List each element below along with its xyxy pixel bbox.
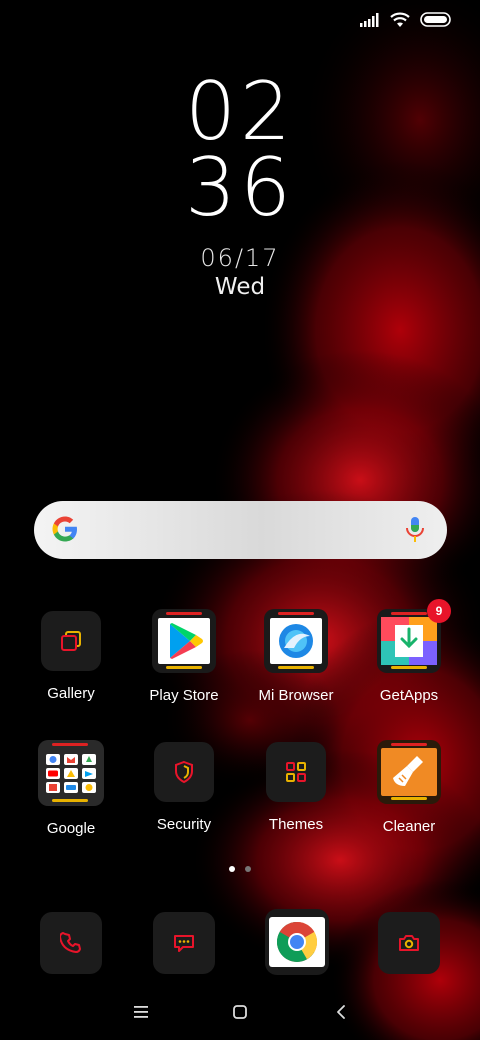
dock-messages[interactable] (153, 912, 215, 974)
getapps-icon: 9 (377, 599, 451, 673)
app-label: Security (156, 816, 212, 833)
notification-badge: 9 (427, 599, 451, 623)
app-themes[interactable]: Themes (236, 742, 356, 833)
menu-button[interactable] (129, 1000, 153, 1024)
mic-icon[interactable] (405, 516, 425, 544)
themes-icon (266, 742, 326, 802)
security-icon (154, 742, 214, 802)
app-label: Play Store (149, 687, 219, 704)
messages-icon (174, 935, 194, 952)
app-cleaner[interactable]: Cleaner (349, 740, 469, 835)
status-bar (0, 0, 480, 44)
navigation-bar (0, 996, 480, 1026)
app-label: GetApps (379, 687, 439, 704)
gallery-icon (41, 611, 101, 671)
signal-icon (360, 13, 379, 27)
app-label: Gallery (47, 685, 95, 702)
page-indicator (0, 866, 480, 872)
app-play-store[interactable]: Play Store (124, 609, 244, 704)
wifi-icon (390, 12, 410, 27)
page-dot-2 (245, 866, 251, 872)
google-g-icon (52, 516, 77, 542)
app-label: Google (46, 820, 96, 837)
cleaner-icon (377, 740, 441, 804)
google-search-bar[interactable] (34, 501, 447, 559)
clock-widget[interactable]: 02 36 06/17 Wed (0, 65, 480, 301)
home-button[interactable] (228, 1000, 252, 1024)
app-label: Themes (268, 816, 324, 833)
app-mi-browser[interactable]: Mi Browser (236, 609, 356, 704)
back-icon (337, 1005, 345, 1019)
google-folder-icon (38, 740, 104, 806)
mi-browser-icon (264, 609, 328, 673)
back-button[interactable] (329, 1000, 353, 1024)
menu-icon (134, 1006, 148, 1018)
app-getapps[interactable]: 9 GetApps (349, 599, 469, 704)
app-security[interactable]: Security (124, 742, 244, 833)
clock-day: Wed (214, 274, 266, 300)
play-store-icon (152, 609, 216, 673)
app-label: Mi Browser (258, 687, 334, 704)
home-icon (233, 1005, 247, 1019)
camera-icon (399, 935, 419, 951)
app-gallery[interactable]: Gallery (11, 611, 131, 702)
phone-icon (60, 932, 81, 953)
clock-hours: 02 (185, 65, 295, 158)
app-google-folder[interactable]: Google (11, 740, 131, 837)
dock-chrome[interactable] (265, 909, 329, 975)
app-label: Cleaner (382, 818, 436, 835)
clock-date: 06/17 (200, 244, 280, 272)
dock-camera[interactable] (378, 912, 440, 974)
chrome-icon (269, 917, 325, 967)
clock-minutes: 36 (185, 141, 295, 234)
page-dot-1 (229, 866, 235, 872)
battery-icon (420, 12, 451, 27)
dock-phone[interactable] (40, 912, 102, 974)
